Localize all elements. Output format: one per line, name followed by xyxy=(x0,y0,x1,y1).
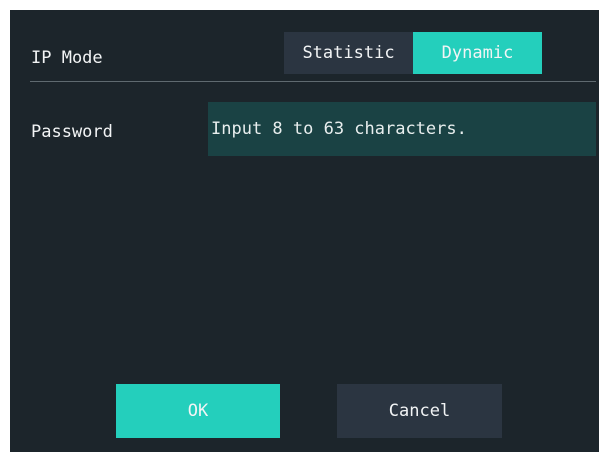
password-label: Password xyxy=(31,122,113,142)
ip-mode-statistic-option[interactable]: Statistic xyxy=(284,32,413,74)
section-divider xyxy=(30,81,596,82)
ok-button[interactable]: OK xyxy=(116,384,280,438)
network-settings-dialog: IP Mode Statistic Dynamic Password OK Ca… xyxy=(10,10,599,452)
cancel-button[interactable]: Cancel xyxy=(337,384,502,438)
ip-mode-label: IP Mode xyxy=(31,48,103,68)
ip-mode-dynamic-option[interactable]: Dynamic xyxy=(413,32,542,74)
password-input[interactable] xyxy=(208,102,596,156)
